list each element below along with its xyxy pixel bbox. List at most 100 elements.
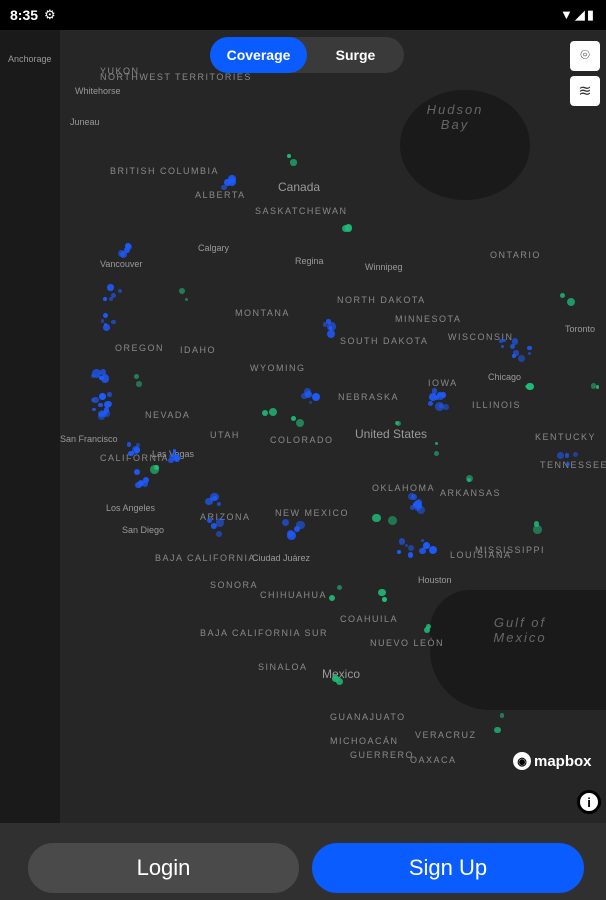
coverage-dot bbox=[228, 175, 236, 183]
coverage-dot bbox=[126, 442, 131, 447]
coverage-dot bbox=[387, 516, 397, 526]
coverage-dot bbox=[378, 588, 386, 597]
region-label: OREGON bbox=[115, 343, 165, 353]
coverage-dot bbox=[90, 398, 95, 403]
country-label: United States bbox=[355, 427, 428, 441]
login-button[interactable]: Login bbox=[28, 843, 299, 893]
coverage-dot bbox=[286, 529, 294, 537]
city-label: Los Angeles bbox=[106, 503, 156, 513]
city-label: Calgary bbox=[198, 243, 230, 253]
region-label: SINALOA bbox=[258, 662, 308, 672]
coverage-dot bbox=[590, 382, 597, 389]
coverage-dot bbox=[210, 523, 216, 529]
coverage-dot bbox=[407, 544, 415, 552]
region-label: WYOMING bbox=[250, 363, 306, 373]
coverage-dot bbox=[428, 401, 433, 407]
region-label: NUEVO LEÓN bbox=[370, 638, 445, 648]
coverage-dot bbox=[394, 421, 399, 426]
water-label: Hudson Bay bbox=[426, 102, 484, 132]
region-label: CHIHUAHUA bbox=[260, 590, 328, 600]
coverage-dot bbox=[443, 404, 449, 410]
coverage-dot bbox=[434, 396, 439, 401]
city-label: Toronto bbox=[565, 324, 596, 334]
coverage-dot bbox=[216, 501, 222, 507]
coverage-dot bbox=[107, 284, 114, 291]
coverage-dot bbox=[207, 517, 213, 523]
water-label: Gulf of Mexico bbox=[493, 615, 547, 645]
coverage-dot bbox=[179, 288, 185, 294]
coverage-dot bbox=[499, 713, 505, 718]
coverage-dot bbox=[110, 292, 117, 299]
coverage-dot bbox=[432, 388, 438, 394]
coverage-dot bbox=[119, 250, 127, 258]
region-label: COLORADO bbox=[270, 435, 334, 445]
region-label: MONTANA bbox=[235, 308, 290, 318]
coverage-dot bbox=[408, 493, 415, 501]
region-label: SONORA bbox=[210, 580, 259, 590]
coverage-dot bbox=[142, 477, 150, 484]
region-label: SOUTH DAKOTA bbox=[340, 336, 429, 346]
coverage-dot bbox=[282, 519, 290, 527]
region-label: UTAH bbox=[210, 430, 240, 440]
tab-surge[interactable]: Surge bbox=[307, 37, 404, 73]
city-label: Juneau bbox=[70, 117, 100, 127]
coverage-dot bbox=[440, 392, 447, 398]
coverage-dot bbox=[133, 373, 139, 379]
map[interactable]: Hudson Bay Gulf of Mexico Canada United … bbox=[0, 30, 606, 823]
coverage-dot bbox=[212, 495, 217, 500]
region-label: KENTUCKY bbox=[535, 432, 597, 442]
coverage-dot bbox=[295, 419, 304, 428]
coverage-dot bbox=[326, 322, 336, 332]
city-label: Winnipeg bbox=[365, 262, 403, 272]
coverage-dot bbox=[100, 373, 110, 383]
city-label: Regina bbox=[295, 256, 324, 266]
city-label: San Diego bbox=[122, 525, 165, 535]
coverage-dot bbox=[308, 400, 313, 405]
clock: 8:35 bbox=[10, 7, 39, 23]
gulf-water bbox=[430, 590, 606, 710]
region-label: ONTARIO bbox=[490, 250, 541, 260]
coverage-dot bbox=[98, 413, 106, 421]
region-label: IOWA bbox=[428, 378, 458, 388]
coverage-dot bbox=[102, 313, 108, 319]
coverage-dot bbox=[92, 408, 96, 412]
coverage-dot bbox=[429, 546, 438, 555]
gear-icon: ⚙ bbox=[44, 7, 56, 22]
coverage-dot bbox=[98, 402, 103, 408]
mapbox-logo[interactable]: ◉ mapbox bbox=[513, 752, 592, 770]
coverage-dot bbox=[407, 552, 414, 558]
coverage-dot bbox=[510, 344, 515, 350]
coverage-dot bbox=[150, 465, 159, 474]
coverage-dot bbox=[433, 450, 439, 457]
coverage-dot bbox=[572, 452, 578, 457]
region-label: NORTH DAKOTA bbox=[337, 295, 426, 305]
coverage-dot bbox=[434, 441, 438, 445]
region-label: MINNESOTA bbox=[395, 314, 462, 324]
coverage-dot bbox=[133, 468, 140, 476]
coverage-dot bbox=[128, 450, 134, 457]
city-label: Whitehorse bbox=[75, 86, 121, 96]
region-label: GUERRERO bbox=[350, 750, 415, 760]
coverage-dot bbox=[215, 531, 222, 538]
coverage-dot bbox=[102, 297, 107, 302]
mode-toggle[interactable]: Coverage Surge bbox=[210, 37, 404, 73]
coverage-dot bbox=[261, 409, 269, 417]
layers-icon: ≋ bbox=[578, 83, 592, 100]
region-label: OAXACA bbox=[410, 755, 457, 765]
coverage-dot bbox=[117, 289, 122, 294]
coverage-dot bbox=[397, 550, 402, 555]
region-label: GUANAJUATO bbox=[330, 712, 406, 722]
pacific-ocean bbox=[0, 30, 60, 823]
coverage-dot bbox=[419, 547, 426, 555]
signup-button[interactable]: Sign Up bbox=[312, 843, 584, 893]
region-label: BRITISH COLUMBIA bbox=[110, 166, 220, 176]
region-label: NORTHWEST TERRITORIES bbox=[100, 72, 252, 82]
coverage-dot bbox=[111, 319, 116, 324]
info-icon[interactable]: i bbox=[577, 790, 601, 814]
region-label: NEW MEXICO bbox=[275, 508, 350, 518]
location-button[interactable]: ⌾ bbox=[570, 41, 600, 71]
coverage-dot bbox=[465, 475, 473, 483]
status-indicators-icon: ▼◢▮ bbox=[559, 7, 596, 22]
tab-coverage[interactable]: Coverage bbox=[210, 37, 307, 73]
layers-button[interactable]: ≋ bbox=[570, 76, 600, 106]
